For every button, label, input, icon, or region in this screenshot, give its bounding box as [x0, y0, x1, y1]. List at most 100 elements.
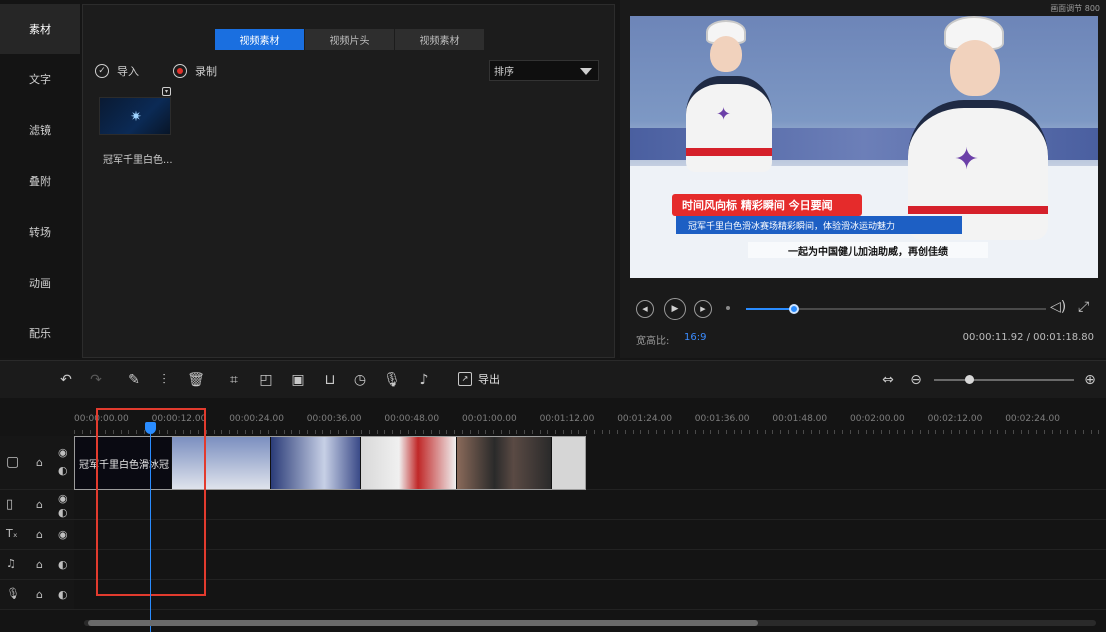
tab-video-material-2[interactable]: 视频素材: [395, 29, 484, 50]
sidebar-item-text[interactable]: 文字: [0, 54, 80, 104]
ruler-tick: [694, 430, 696, 434]
speed-icon[interactable]: ◷: [350, 370, 370, 390]
ruler-tick: [609, 430, 611, 434]
record-icon: [173, 64, 187, 78]
ruler-tick: [244, 430, 246, 434]
voice-icon[interactable]: ♪: [414, 370, 434, 390]
timeline-scrollbar[interactable]: [84, 620, 1096, 626]
ruler-tick: [741, 430, 743, 434]
next-frame-icon[interactable]: ▶: [694, 300, 712, 318]
edit-icon[interactable]: ✎: [124, 370, 144, 390]
ruler-tick: [423, 430, 425, 434]
sidebar-item-animation[interactable]: 动画: [0, 258, 80, 308]
eye-icon[interactable]: ◉: [58, 446, 68, 459]
sidebar-item-music[interactable]: 配乐: [0, 308, 80, 358]
fit-timeline-icon[interactable]: ⇔: [878, 370, 898, 390]
aspect-ratio-value[interactable]: 16:9: [684, 332, 706, 343]
redo-icon[interactable]: ↷: [86, 370, 106, 390]
ruler-tick: [399, 430, 401, 434]
import-icon: ✓: [95, 64, 109, 78]
eye-icon[interactable]: ◉: [58, 528, 68, 541]
sort-select[interactable]: 排序: [489, 60, 599, 81]
record-button[interactable]: 录制: [173, 63, 217, 79]
import-button[interactable]: ✓ 导入: [95, 63, 139, 79]
ruler-tick: [601, 430, 603, 434]
mute-icon[interactable]: ◐: [58, 506, 68, 519]
ruler-tick: [353, 430, 355, 434]
seek-handle[interactable]: [789, 304, 799, 314]
ruler-tick: [74, 430, 75, 434]
eye-icon[interactable]: ◉: [58, 492, 68, 505]
microphone-icon[interactable]: 🎙︎: [382, 370, 402, 390]
sparkle-icon: ✷: [130, 109, 142, 125]
trim-icon[interactable]: ⊔: [320, 370, 340, 390]
export-button[interactable]: ↗ 导出: [458, 371, 500, 387]
clip-frame: [551, 437, 585, 489]
mosaic-icon[interactable]: ▣: [288, 370, 308, 390]
mute-icon[interactable]: ◐: [58, 588, 68, 601]
lane-voice[interactable]: [74, 580, 1106, 610]
track-head-music: ♫ ⌂ ◐: [0, 550, 74, 580]
ruler-tick: [454, 430, 456, 434]
lock-icon[interactable]: ⌂: [36, 588, 43, 601]
undo-icon[interactable]: ↶: [56, 370, 76, 390]
playhead-line: [150, 428, 151, 632]
prev-frame-icon[interactable]: ◀: [636, 300, 654, 318]
ruler-tick: [881, 430, 883, 434]
lane-music[interactable]: [74, 550, 1106, 580]
lane-text[interactable]: [74, 520, 1106, 550]
zoom-slider[interactable]: [934, 379, 1074, 381]
mute-icon[interactable]: ◐: [58, 558, 68, 571]
ruler-label: 00:00:24.00: [229, 414, 284, 424]
ruler-tick: [842, 430, 844, 434]
ruler-tick: [469, 430, 471, 434]
timeline-ruler[interactable]: 00:00:00.00 00:00:12.00 00:00:24.00 00:00:3…: [74, 408, 1106, 434]
video-preview[interactable]: ✦ ✦ 时间风向标 精彩瞬间 今日要闻 冠军千里白色滑冰赛场精彩瞬间，体验滑冰运…: [630, 16, 1098, 278]
asset-thumbnail[interactable]: ✷: [99, 97, 171, 135]
lock-icon[interactable]: ⌂: [36, 528, 43, 541]
sidebar-item-material[interactable]: 素材: [0, 4, 80, 54]
timeline-scrollbar-thumb[interactable]: [88, 620, 758, 626]
freeze-icon[interactable]: ◰: [256, 370, 276, 390]
zoom-out-icon[interactable]: ⊖: [906, 370, 926, 390]
asset-select-icon[interactable]: ▾: [162, 87, 171, 96]
ruler-tick: [671, 430, 673, 434]
sidebar-item-transition[interactable]: 转场: [0, 207, 80, 257]
lock-icon[interactable]: ⌂: [36, 558, 43, 571]
lock-icon[interactable]: ⌂: [36, 456, 43, 469]
ruler-tick: [687, 430, 689, 434]
ruler-tick: [958, 430, 960, 434]
track-head-pip: ▯ ⌂ ◉ ◐: [0, 490, 74, 520]
lock-icon[interactable]: ⌂: [36, 498, 43, 511]
split-icon[interactable]: ⫶: [154, 370, 174, 390]
delete-icon[interactable]: 🗑︎: [186, 370, 206, 390]
track-head-voice: 🎙︎ ⌂ ◐: [0, 580, 74, 610]
ruler-tick: [803, 430, 805, 434]
ruler-tick: [345, 430, 347, 434]
crop-icon[interactable]: ⌗: [224, 370, 244, 390]
ruler-tick: [764, 430, 766, 434]
playhead-handle[interactable]: [145, 422, 156, 434]
tab-video-intro[interactable]: 视频片头: [305, 29, 394, 50]
ruler-tick: [1075, 430, 1077, 434]
sidebar-item-filter[interactable]: 滤镜: [0, 105, 80, 155]
ruler-tick: [493, 430, 495, 434]
mute-icon[interactable]: ◐: [58, 464, 68, 477]
ruler-tick: [1005, 430, 1007, 434]
ruler-tick: [795, 430, 797, 434]
fullscreen-icon[interactable]: ⤢: [1078, 299, 1089, 315]
play-icon[interactable]: ▶: [664, 298, 686, 320]
sidebar-item-overlay[interactable]: 叠附: [0, 156, 80, 206]
ruler-tick: [1020, 430, 1022, 434]
seek-bar[interactable]: [746, 304, 1046, 314]
lane-pip[interactable]: [74, 490, 1106, 520]
zoom-slider-handle[interactable]: [965, 375, 974, 384]
zoom-in-icon[interactable]: ⊕: [1080, 370, 1100, 390]
clip-frame: [270, 437, 360, 489]
ruler-tick: [438, 430, 440, 434]
video-banner-blue: 冠军千里白色滑冰赛场精彩瞬间，体验滑冰运动魅力: [676, 216, 962, 234]
material-actions: ✓ 导入 录制: [95, 63, 217, 79]
volume-icon[interactable]: ◁): [1050, 299, 1066, 315]
tab-video-material[interactable]: 视频素材: [215, 29, 304, 50]
ruler-tick: [392, 430, 394, 434]
